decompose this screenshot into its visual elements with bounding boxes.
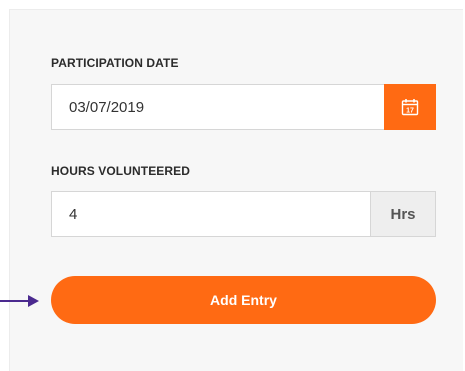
arrow-right-icon xyxy=(0,295,39,307)
add-entry-button[interactable]: Add Entry xyxy=(51,276,436,324)
hours-unit-addon: Hrs xyxy=(370,192,435,236)
hours-volunteered-field: Hrs xyxy=(51,191,436,237)
hours-volunteered-label: HOURS VOLUNTEERED xyxy=(51,164,191,178)
calendar-button[interactable]: 17 xyxy=(384,84,436,130)
participation-date-label: PARTICIPATION DATE xyxy=(51,56,179,70)
hours-volunteered-input[interactable] xyxy=(52,192,370,236)
calendar-icon: 17 xyxy=(401,99,419,116)
calendar-icon-day: 17 xyxy=(406,107,414,114)
participation-date-input[interactable] xyxy=(52,85,384,129)
participation-date-field: 17 xyxy=(51,84,436,130)
